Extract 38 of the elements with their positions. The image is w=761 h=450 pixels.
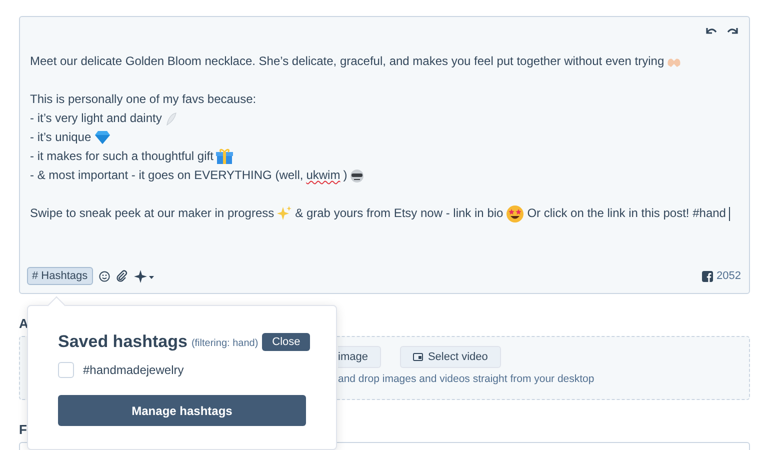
close-button[interactable]: Close	[262, 333, 310, 351]
manage-hashtags-button[interactable]: Manage hashtags	[58, 395, 306, 426]
misspelled-word: ukwim	[306, 167, 340, 184]
post-text: This is personally one of my favs because:	[30, 91, 256, 108]
select-image-button[interactable]: image	[338, 346, 381, 368]
post-text: Or click on the link in this post! #hand	[527, 205, 726, 222]
text-cursor	[728, 206, 730, 220]
post-editor[interactable]	[19, 16, 750, 294]
sparkle-dropdown-icon[interactable]	[134, 270, 154, 282]
checkbox[interactable]	[58, 362, 74, 378]
section-label: F	[19, 422, 28, 438]
feather-icon	[164, 112, 177, 126]
post-text: & grab yours from Etsy now - link in bio	[295, 205, 504, 222]
post-text: - it makes for such a thoughtful gift	[30, 148, 214, 165]
filter-label: (filtering: hand)	[191, 338, 258, 349]
smiley-icon[interactable]	[98, 270, 110, 282]
section-label: A	[19, 316, 30, 332]
post-text: - & most important - it goes on EVERYTHING (well,	[30, 167, 304, 184]
video-icon	[412, 353, 423, 361]
sparkles-icon	[277, 206, 292, 221]
select-video-button[interactable]: Select video	[400, 346, 501, 368]
undo-icon[interactable]	[705, 26, 717, 36]
paperclip-icon[interactable]	[116, 270, 128, 282]
gem-icon	[94, 130, 112, 145]
character-count: 2052	[716, 270, 741, 282]
dropzone-hint: and drop images and videos straight from your desktop	[338, 373, 596, 385]
facebook-icon	[702, 270, 713, 282]
post-text: Meet our delicate Golden Bloom necklace. She’s delicate, graceful, and makes you feel put together without even trying	[30, 53, 664, 70]
post-text: - it’s very light and dainty	[30, 110, 162, 127]
post-text: )	[343, 167, 348, 184]
redo-icon[interactable]	[727, 26, 739, 36]
post-text: - it’s unique	[30, 129, 92, 146]
post-text: Swipe to sneak peek at our maker in progress	[30, 205, 274, 222]
hashtags-button[interactable]: # Hashtags	[27, 267, 93, 285]
hashtag-label: #handmadejewelry	[83, 363, 184, 377]
sunglasses-face-icon	[350, 168, 364, 182]
star-eyes-face-icon	[506, 204, 524, 222]
gift-icon	[216, 148, 234, 165]
